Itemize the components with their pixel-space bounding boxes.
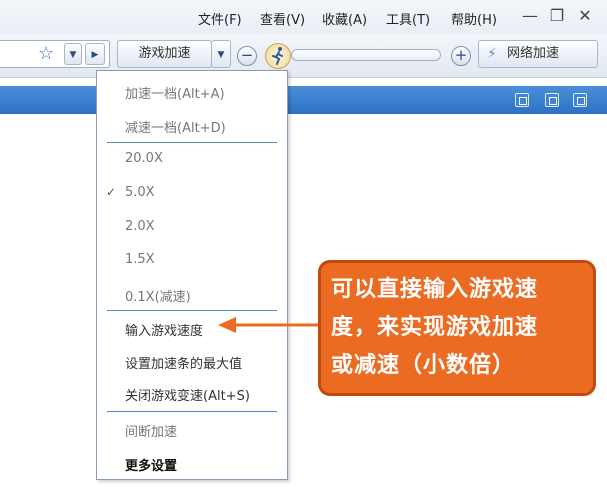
network-speed-button[interactable]: ⚡ 网络加速	[478, 40, 598, 68]
callout-line: 可以直接输入游戏速	[331, 277, 539, 302]
menu-item-close-speed[interactable]: 关闭游戏变速(Alt+S)	[125, 385, 250, 404]
menu-help[interactable]: 帮助(H)	[451, 9, 497, 28]
network-speed-label: 网络加速	[507, 46, 560, 61]
check-icon: ✓	[106, 185, 117, 199]
annotation-callout: 可以直接输入游戏速 度，来实现游戏加速 或减速（小数倍）	[318, 260, 596, 396]
game-speed-button[interactable]: 游戏加速	[117, 40, 212, 68]
callout-line: 或减速（小数倍）	[331, 353, 516, 378]
menu-item-speed-1-5x[interactable]: 1.5X	[125, 252, 155, 267]
triangle-down-icon: ▼	[69, 50, 77, 60]
menu-item-intermittent[interactable]: 间断加速	[125, 421, 177, 440]
menu-bar: 文件(F) 查看(V) 收藏(A) 工具(T) 帮助(H) — ❐ ✕	[0, 0, 607, 34]
callout-line: 度，来实现游戏加速	[331, 315, 539, 340]
menu-item-slow-down[interactable]: 减速一档(Alt+D)	[125, 117, 226, 136]
speed-plus-button[interactable]: +	[451, 46, 471, 66]
minimize-icon[interactable]: —	[520, 5, 540, 27]
star-icon[interactable]: ☆	[38, 43, 54, 64]
lightning-icon: ⚡	[487, 46, 497, 62]
toolbar: ☆ ▼ ▶ 游戏加速 ▼ − + ⚡ 网络加速	[0, 34, 607, 78]
close-icon[interactable]: ✕	[575, 5, 595, 27]
speed-slider[interactable]	[291, 49, 441, 61]
go-button[interactable]: ▶	[85, 43, 105, 65]
sidebar-icon[interactable]	[573, 93, 587, 107]
menu-item-input-speed[interactable]: 输入游戏速度	[125, 320, 203, 339]
tab-strip	[0, 86, 607, 114]
runner-glyph	[272, 47, 283, 65]
menu-separator	[107, 411, 277, 412]
game-speed-dropdown-button[interactable]: ▼	[211, 40, 231, 68]
menu-view[interactable]: 查看(V)	[260, 9, 305, 28]
menu-separator	[107, 310, 277, 311]
menu-item-speed-20x[interactable]: 20.0X	[125, 151, 163, 166]
address-box[interactable]: ☆ ▼ ▶	[0, 40, 110, 68]
callout-arrow	[218, 317, 322, 333]
menu-item-speed-up[interactable]: 加速一档(Alt+A)	[125, 83, 225, 102]
game-speed-menu: 加速一档(Alt+A) 减速一档(Alt+D) 20.0X ✓ 5.0X 2.0…	[96, 70, 288, 480]
menu-tools[interactable]: 工具(T)	[386, 9, 430, 28]
menu-item-speed-2x[interactable]: 2.0X	[125, 219, 155, 234]
triangle-down-icon: ▼	[217, 50, 225, 60]
speed-minus-button[interactable]: −	[237, 46, 257, 66]
menu-item-speed-0-1x[interactable]: 0.1X(减速)	[125, 286, 191, 305]
close-tab-icon[interactable]	[545, 93, 559, 107]
menu-item-set-max[interactable]: 设置加速条的最大值	[125, 353, 242, 372]
triangle-right-icon: ▶	[91, 50, 99, 60]
menu-item-more-settings[interactable]: 更多设置	[125, 455, 177, 474]
favorites-dropdown-button[interactable]: ▼	[64, 43, 82, 65]
runner-icon[interactable]	[265, 43, 291, 69]
window-icon[interactable]	[515, 93, 529, 107]
menu-favorites[interactable]: 收藏(A)	[322, 9, 367, 28]
menu-separator	[107, 142, 277, 143]
restore-icon[interactable]: ❐	[547, 5, 567, 27]
menu-item-speed-5x[interactable]: 5.0X	[125, 185, 155, 200]
menu-file[interactable]: 文件(F)	[198, 9, 242, 28]
